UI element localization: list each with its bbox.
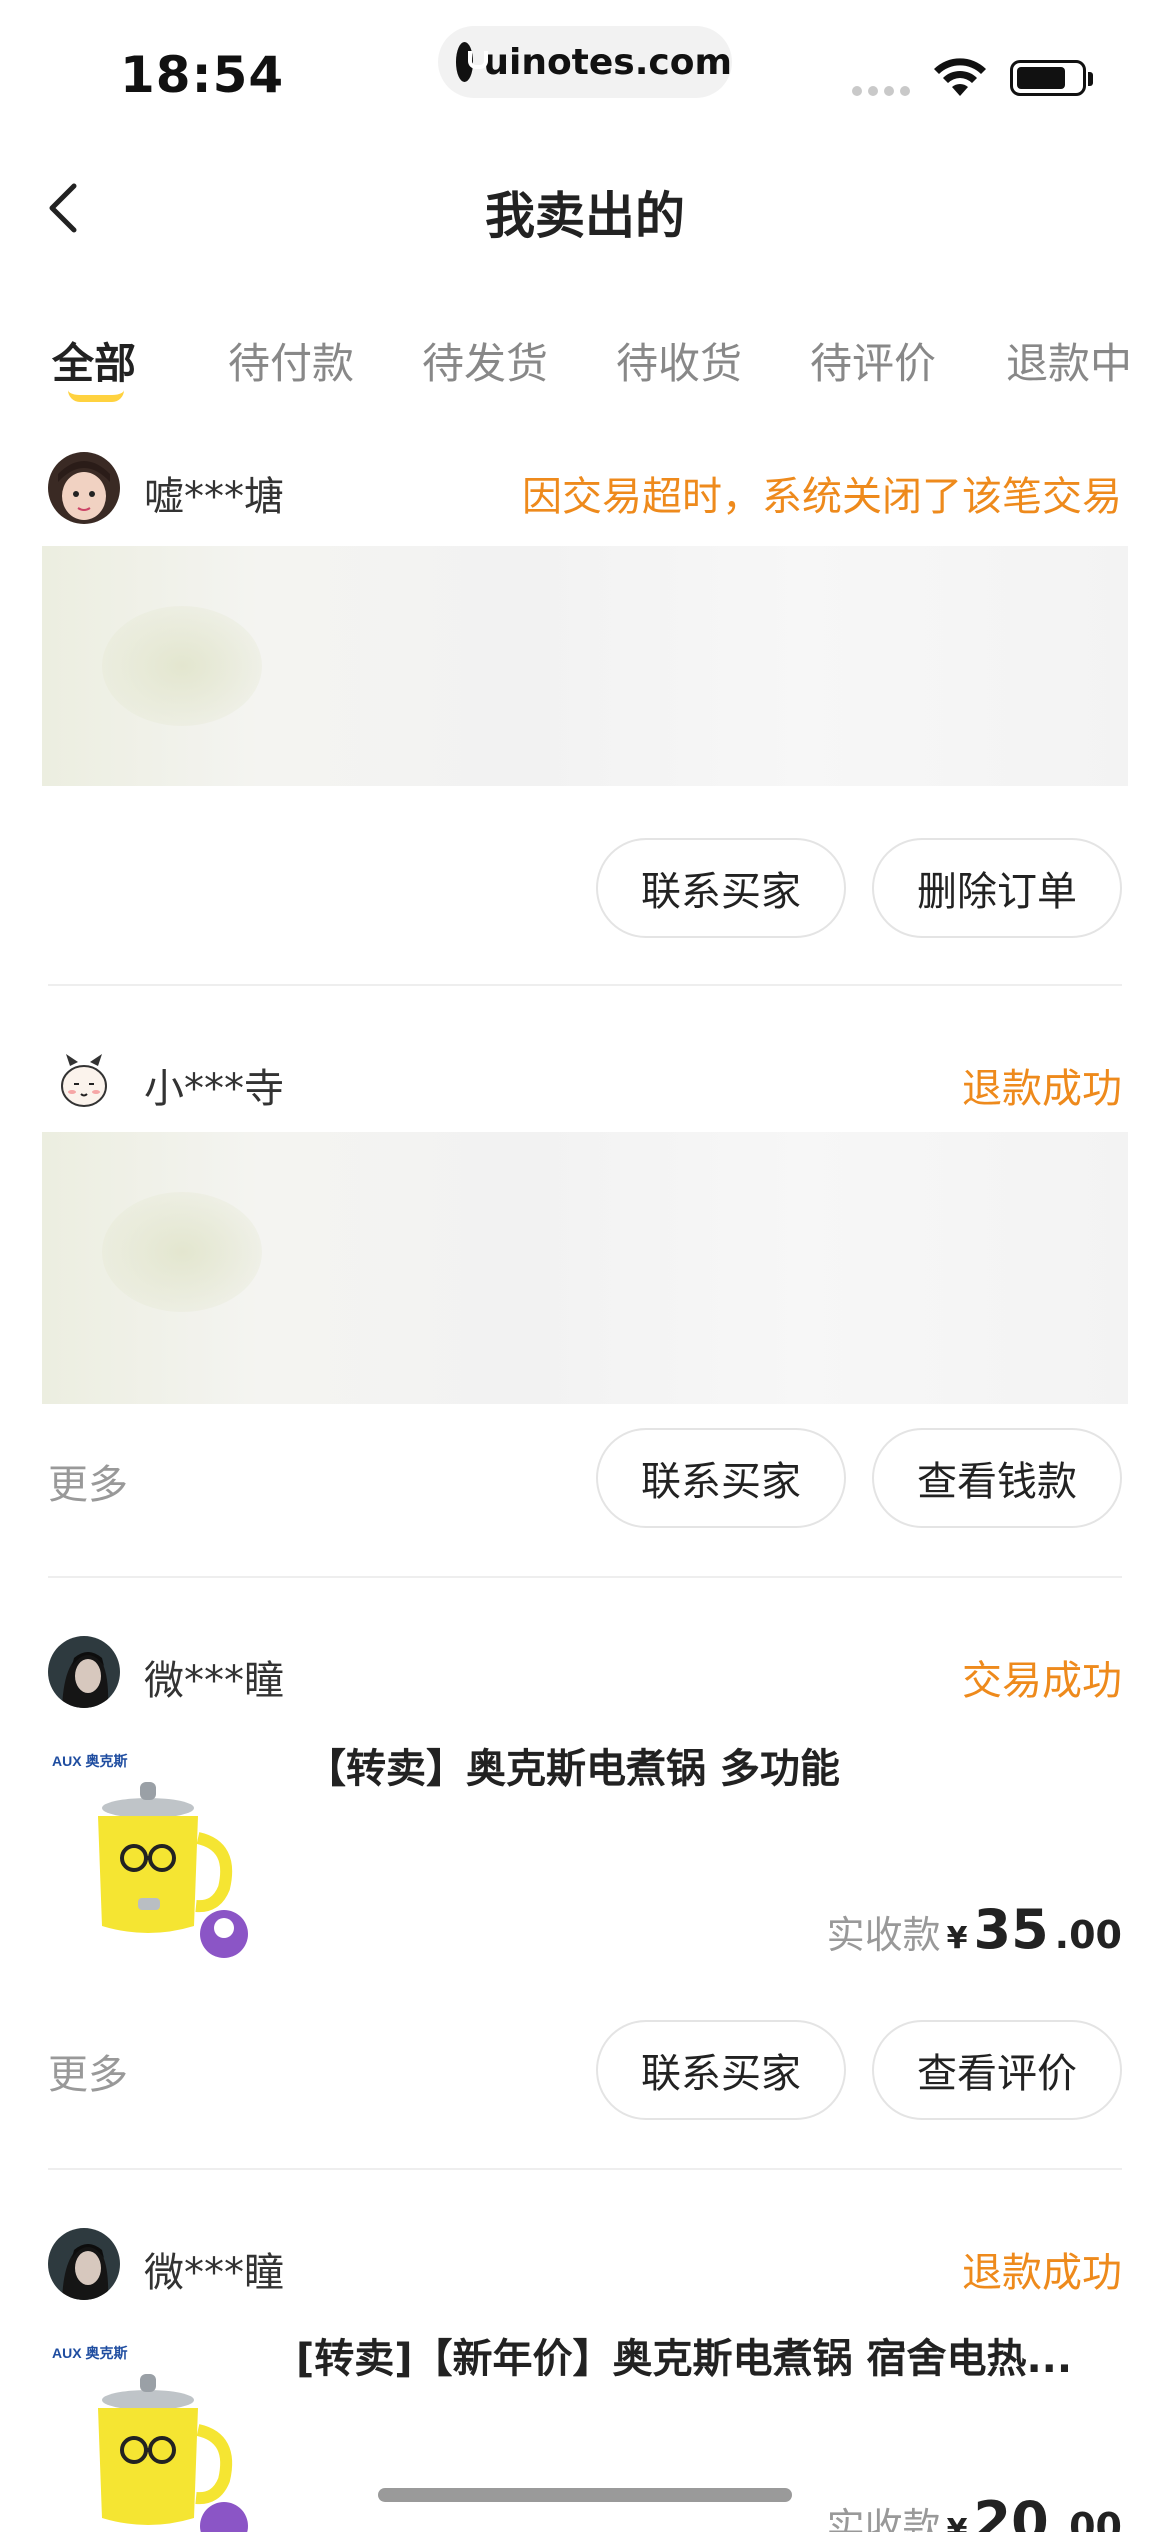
contact-buyer-button[interactable]: 联系买家: [596, 2020, 846, 2120]
divider: [48, 2168, 1122, 2170]
product-title[interactable]: 【转卖】奥克斯电煮锅 多功能: [306, 1736, 1106, 1794]
view-review-button[interactable]: 查看评价: [872, 2020, 1122, 2120]
order-status: 交易成功: [962, 1658, 1122, 1704]
order-status: 退款成功: [962, 1066, 1122, 1112]
product-title[interactable]: [转卖]【新年价】奥克斯电煮锅 宿舍电热...: [296, 2326, 1116, 2384]
price-decimal: .00: [1054, 1913, 1122, 1957]
price-integer: 20: [973, 2490, 1049, 2532]
cellular-signal-icon: [852, 86, 910, 96]
status-time: 18:54: [120, 46, 285, 104]
tab-pending-payment[interactable]: 待付款: [228, 330, 354, 391]
order-status: 因交易超时，系统关闭了该笔交易: [522, 474, 1122, 520]
tab-active-indicator: [68, 390, 124, 402]
tab-refunding[interactable]: 退款中: [1006, 330, 1132, 391]
buyer-name: 微***瞳: [144, 2250, 284, 2296]
price-label: 实收款: [826, 2505, 941, 2532]
tab-all[interactable]: 全部: [52, 330, 136, 391]
tab-pending-shipment[interactable]: 待发货: [422, 330, 548, 391]
order-status: 退款成功: [962, 2250, 1122, 2296]
url-pill[interactable]: uinotes.com: [438, 26, 732, 98]
delete-order-button[interactable]: 删除订单: [872, 838, 1122, 938]
buyer-avatar[interactable]: [48, 452, 120, 524]
divider: [48, 984, 1122, 986]
url-text: uinotes.com: [483, 41, 732, 83]
battery-icon: [1010, 60, 1093, 96]
view-payment-button[interactable]: 查看钱款: [872, 1428, 1122, 1528]
price-decimal: .00: [1054, 2505, 1122, 2532]
page-title: 我卖出的: [485, 187, 685, 245]
contact-buyer-button[interactable]: 联系买家: [596, 1428, 846, 1528]
divider: [48, 1576, 1122, 1578]
blurred-product-area: [42, 1132, 1128, 1404]
product-image[interactable]: AUX 奥克斯: [48, 2340, 264, 2532]
order-tabs: 全部 待付款 待发货 待收货 待评价 退款中: [0, 322, 1170, 412]
contact-buyer-button[interactable]: 联系买家: [596, 838, 846, 938]
price-label: 实收款: [826, 1913, 941, 1957]
more-link[interactable]: 更多: [48, 2042, 128, 2100]
buyer-avatar[interactable]: [48, 1636, 120, 1708]
wifi-icon: [934, 58, 986, 96]
home-indicator: [378, 2488, 792, 2502]
tab-pending-review[interactable]: 待评价: [810, 330, 936, 391]
currency-symbol: ¥: [946, 2513, 968, 2532]
buyer-name: 小***寺: [144, 1066, 284, 1112]
brand-logo-text: AUX 奥克斯: [52, 2345, 127, 2361]
price-row: 实收款 ¥ 35.00: [827, 1898, 1122, 1961]
buyer-avatar[interactable]: [48, 1044, 120, 1116]
buyer-name: 微***瞳: [144, 1658, 284, 1704]
buyer-name: 嘘***塘: [144, 474, 284, 520]
product-image[interactable]: AUX 奥克斯: [48, 1748, 264, 1964]
status-bar: 18:54 uinotes.com: [0, 0, 1170, 130]
blurred-product-area: [42, 546, 1128, 786]
price-row: 实收款 ¥ 20.00: [827, 2490, 1122, 2532]
more-link[interactable]: 更多: [48, 1452, 128, 1510]
tab-pending-receipt[interactable]: 待收货: [616, 330, 742, 391]
buyer-avatar[interactable]: [48, 2228, 120, 2300]
site-logo-icon: [456, 42, 489, 82]
brand-logo-text: AUX 奥克斯: [52, 1753, 127, 1769]
price-integer: 35: [973, 1898, 1049, 1961]
currency-symbol: ¥: [946, 1921, 968, 1956]
